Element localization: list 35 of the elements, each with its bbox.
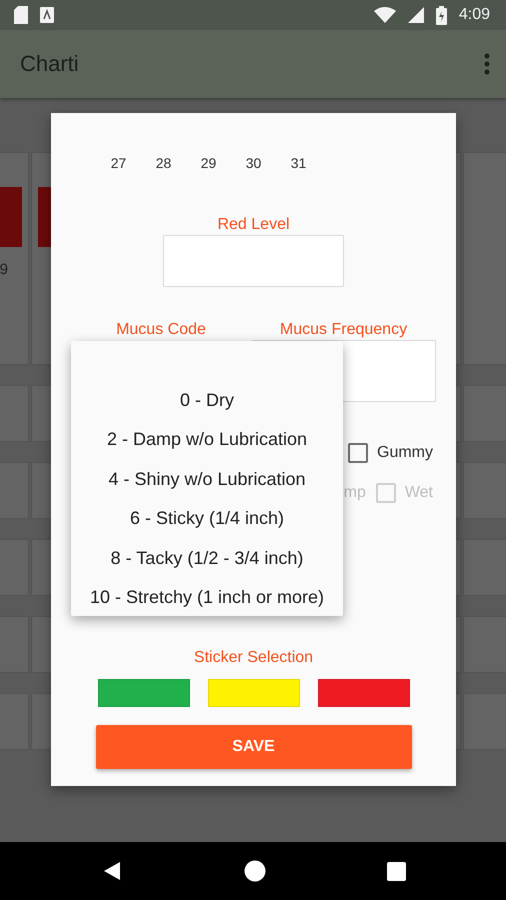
checkbox-label: mp: [344, 484, 366, 502]
checkbox[interactable]: [348, 443, 368, 463]
calendar-day[interactable]: 31: [276, 139, 321, 187]
recents-icon[interactable]: [387, 862, 406, 880]
app-title: Charti: [20, 51, 79, 77]
calendar-day[interactable]: 29: [186, 139, 231, 187]
home-icon[interactable]: [244, 860, 266, 882]
signal-icon: [408, 7, 424, 23]
sd-card-icon: [14, 6, 28, 24]
sticker-swatch[interactable]: [208, 679, 300, 707]
day-number: 9: [0, 261, 9, 278]
dropdown-option[interactable]: 2 - Damp w/o Lubrication: [71, 420, 343, 460]
calendar-day[interactable]: 28: [141, 139, 186, 187]
section-label: Sticker Selection: [194, 650, 314, 666]
dropdown-option[interactable]: 6 - Sticky (1/4 inch): [71, 499, 343, 539]
status-time: 4:09: [458, 6, 490, 24]
more-options-icon[interactable]: [484, 53, 490, 75]
field-label: Mucus Frequency: [280, 322, 408, 338]
notification-icon: [40, 7, 54, 23]
calendar-day[interactable]: 27: [96, 139, 141, 187]
dropdown-option[interactable]: 4 - Shiny w/o Lubrication: [71, 460, 343, 500]
field-label: Red Level: [217, 217, 290, 233]
back-icon[interactable]: [102, 861, 122, 881]
calendar-day[interactable]: 30: [231, 139, 276, 187]
battery-icon: [436, 6, 447, 24]
wifi-icon: [374, 7, 396, 23]
dropdown-option[interactable]: 0 - Dry: [71, 381, 343, 420]
checkbox-label: Wet: [404, 484, 433, 502]
dropdown-option[interactable]: 10 - Stretchy (1 inch or more): [71, 578, 343, 618]
dropdown-option[interactable]: 8 - Tacky (1/2 - 3/4 inch): [71, 538, 343, 578]
sticker-swatch[interactable]: [318, 679, 410, 707]
sticker-swatch[interactable]: [98, 679, 190, 707]
input-field[interactable]: [163, 235, 344, 287]
checkbox-label: Gummy: [377, 444, 433, 462]
field-label: Mucus Code: [116, 322, 206, 338]
